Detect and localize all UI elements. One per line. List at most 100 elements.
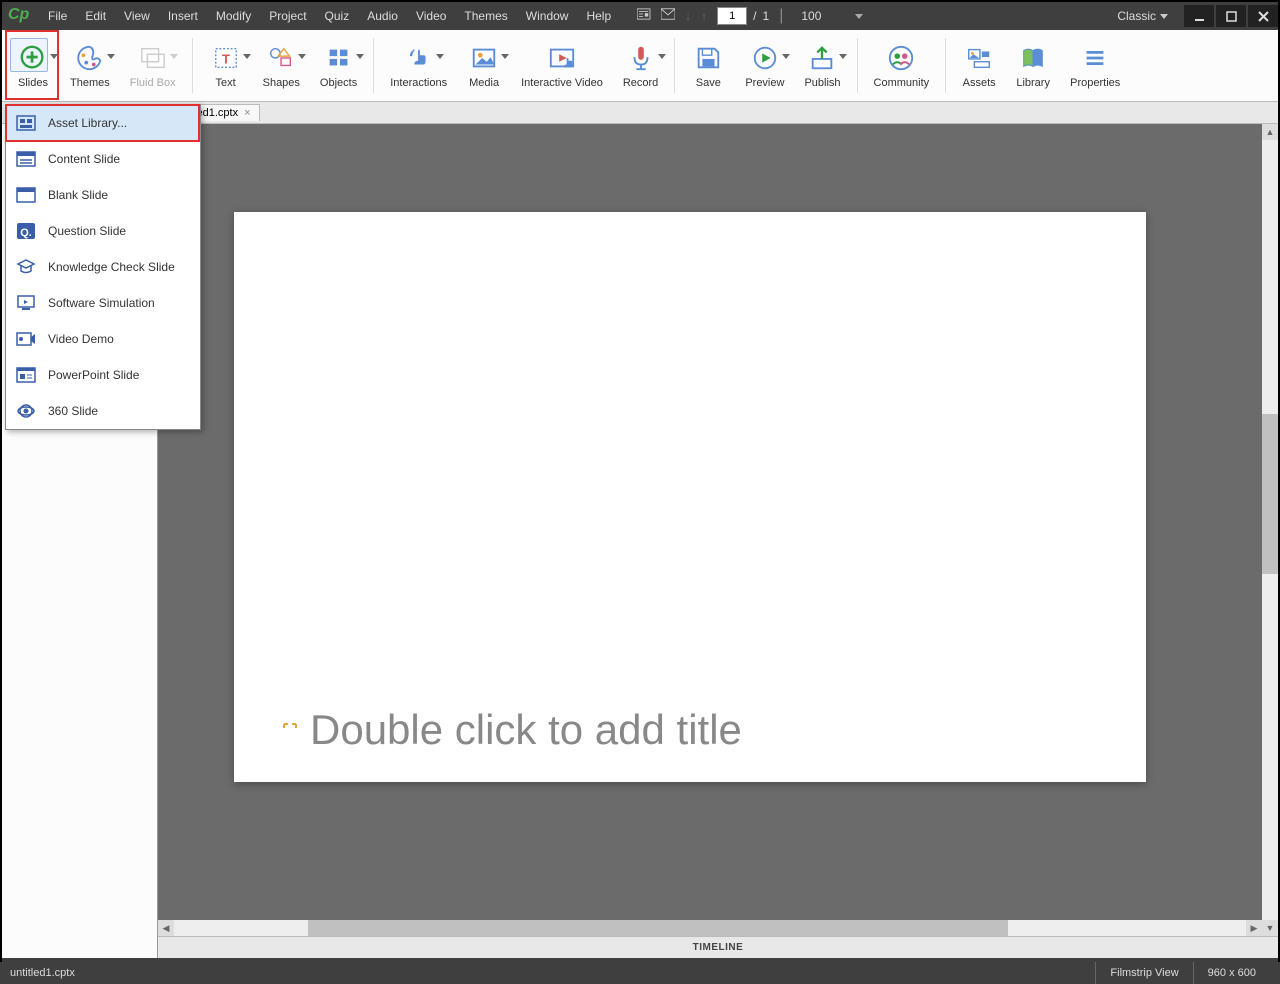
blank-slide-icon — [16, 186, 36, 204]
tool-media[interactable]: Media — [457, 30, 511, 101]
menu-help[interactable]: Help — [578, 5, 619, 27]
tool-shapes[interactable]: Shapes — [253, 30, 310, 101]
menu-video[interactable]: Video — [408, 5, 454, 27]
dd-video-demo[interactable]: Video Demo — [6, 321, 200, 357]
menu-view[interactable]: View — [116, 5, 158, 27]
menu-audio[interactable]: Audio — [359, 5, 406, 27]
plus-circle-icon — [16, 43, 50, 73]
chevron-down-icon — [658, 54, 666, 59]
interactive-video-icon — [545, 43, 579, 73]
menu-modify[interactable]: Modify — [208, 5, 259, 27]
palette-icon — [73, 43, 107, 73]
dd-question-slide[interactable]: Q. Question Slide — [6, 213, 200, 249]
tool-text[interactable]: T Text — [199, 30, 253, 101]
scroll-left-icon[interactable]: ◀ — [158, 920, 174, 936]
tool-objects[interactable]: Objects — [310, 30, 367, 101]
chevron-down-icon — [298, 54, 306, 59]
scroll-right-icon[interactable]: ▶ — [1246, 920, 1262, 936]
arrow-down-icon[interactable]: ↓ — [685, 9, 691, 23]
slide-canvas[interactable]: Double click to add title — [234, 212, 1146, 782]
workspace-dropdown[interactable]: Classic — [1109, 5, 1176, 27]
dd-360-slide[interactable]: 360 Slide — [6, 393, 200, 429]
menu-quiz[interactable]: Quiz — [317, 5, 358, 27]
minimize-button[interactable] — [1184, 5, 1214, 27]
dd-asset-library[interactable]: Asset Library... — [6, 105, 200, 141]
tool-publish-label: Publish — [804, 77, 840, 89]
fluidbox-icon — [136, 43, 170, 73]
knowledge-check-icon — [16, 258, 36, 276]
scroll-down-icon[interactable]: ▼ — [1262, 920, 1278, 936]
tool-interactions[interactable]: Interactions — [380, 30, 457, 101]
tool-preview[interactable]: Preview — [735, 30, 794, 101]
question-slide-icon: Q. — [16, 222, 36, 240]
tool-record[interactable]: Record — [613, 30, 668, 101]
dd-item-label: Knowledge Check Slide — [48, 260, 175, 274]
maximize-button[interactable] — [1216, 5, 1246, 27]
tab-close-icon[interactable]: × — [244, 107, 250, 119]
timeline-panel-header[interactable]: TIMELINE — [158, 936, 1278, 958]
dd-powerpoint-slide[interactable]: PowerPoint Slide — [6, 357, 200, 393]
dd-item-label: 360 Slide — [48, 404, 98, 418]
tool-preview-label: Preview — [745, 77, 784, 89]
tool-save[interactable]: Save — [681, 30, 735, 101]
scroll-up-icon[interactable]: ▲ — [1262, 124, 1278, 140]
video-demo-icon — [16, 330, 36, 348]
tool-media-label: Media — [469, 77, 499, 89]
dd-knowledge-check[interactable]: Knowledge Check Slide — [6, 249, 200, 285]
chevron-down-icon — [243, 54, 251, 59]
menu-insert[interactable]: Insert — [160, 5, 206, 27]
chevron-down-icon — [839, 54, 847, 59]
app-logo-icon: Cp — [8, 6, 32, 26]
microphone-icon — [624, 43, 658, 73]
tool-community[interactable]: Community — [864, 30, 940, 101]
menu-window[interactable]: Window — [518, 5, 577, 27]
dd-blank-slide[interactable]: Blank Slide — [6, 177, 200, 213]
dd-software-simulation[interactable]: Software Simulation — [6, 285, 200, 321]
chevron-down-icon — [170, 54, 178, 59]
hscroll-thumb[interactable] — [308, 920, 1008, 936]
community-icon — [884, 43, 918, 73]
arrow-up-icon[interactable]: ↑ — [701, 9, 707, 23]
horizontal-scrollbar[interactable]: ◀ ▶ — [158, 920, 1262, 936]
zoom-control[interactable]: 100 — [801, 9, 863, 23]
dd-content-slide[interactable]: Content Slide — [6, 141, 200, 177]
zoom-value: 100 — [801, 9, 821, 23]
timeline-label: TIMELINE — [693, 942, 744, 953]
close-button[interactable] — [1248, 5, 1278, 27]
menu-edit[interactable]: Edit — [77, 5, 114, 27]
tool-community-label: Community — [874, 77, 930, 89]
tool-interactive-video[interactable]: Interactive Video — [511, 30, 613, 101]
tool-fluidbox: Fluid Box — [120, 30, 186, 101]
menu-file[interactable]: File — [40, 5, 75, 27]
page-current-input[interactable]: 1 — [717, 7, 747, 25]
svg-text:T: T — [222, 51, 230, 66]
chevron-down-icon — [50, 54, 58, 59]
tool-slides[interactable]: Slides — [6, 30, 60, 101]
page-total: 1 — [763, 9, 770, 23]
status-view-mode[interactable]: Filmstrip View — [1095, 962, 1192, 984]
tool-properties-label: Properties — [1070, 77, 1120, 89]
chevron-down-icon — [501, 54, 509, 59]
vertical-scrollbar[interactable]: ▲ ▼ — [1262, 124, 1278, 936]
title-placeholder[interactable]: Double click to add title — [282, 706, 742, 754]
tool-assets[interactable]: Assets — [952, 30, 1006, 101]
tool-themes[interactable]: Themes — [60, 30, 120, 101]
tool-record-label: Record — [623, 77, 658, 89]
software-sim-icon — [16, 294, 36, 312]
placeholder-marker-icon — [282, 722, 298, 738]
mail-icon[interactable] — [661, 7, 675, 25]
vscroll-thumb[interactable] — [1262, 414, 1278, 574]
tool-ivideo-label: Interactive Video — [521, 77, 603, 89]
svg-text:Q.: Q. — [20, 227, 32, 239]
tool-publish[interactable]: Publish — [794, 30, 850, 101]
tool-library[interactable]: Library — [1006, 30, 1060, 101]
menu-themes[interactable]: Themes — [456, 5, 515, 27]
chevron-down-icon — [356, 54, 364, 59]
menu-project[interactable]: Project — [261, 5, 314, 27]
dd-item-label: Blank Slide — [48, 188, 108, 202]
tool-properties[interactable]: Properties — [1060, 30, 1130, 101]
chevron-down-icon — [107, 54, 115, 59]
menubar: File Edit View Insert Modify Project Qui… — [40, 5, 619, 27]
chevron-down-icon — [436, 54, 444, 59]
newspaper-icon[interactable] — [637, 7, 651, 25]
